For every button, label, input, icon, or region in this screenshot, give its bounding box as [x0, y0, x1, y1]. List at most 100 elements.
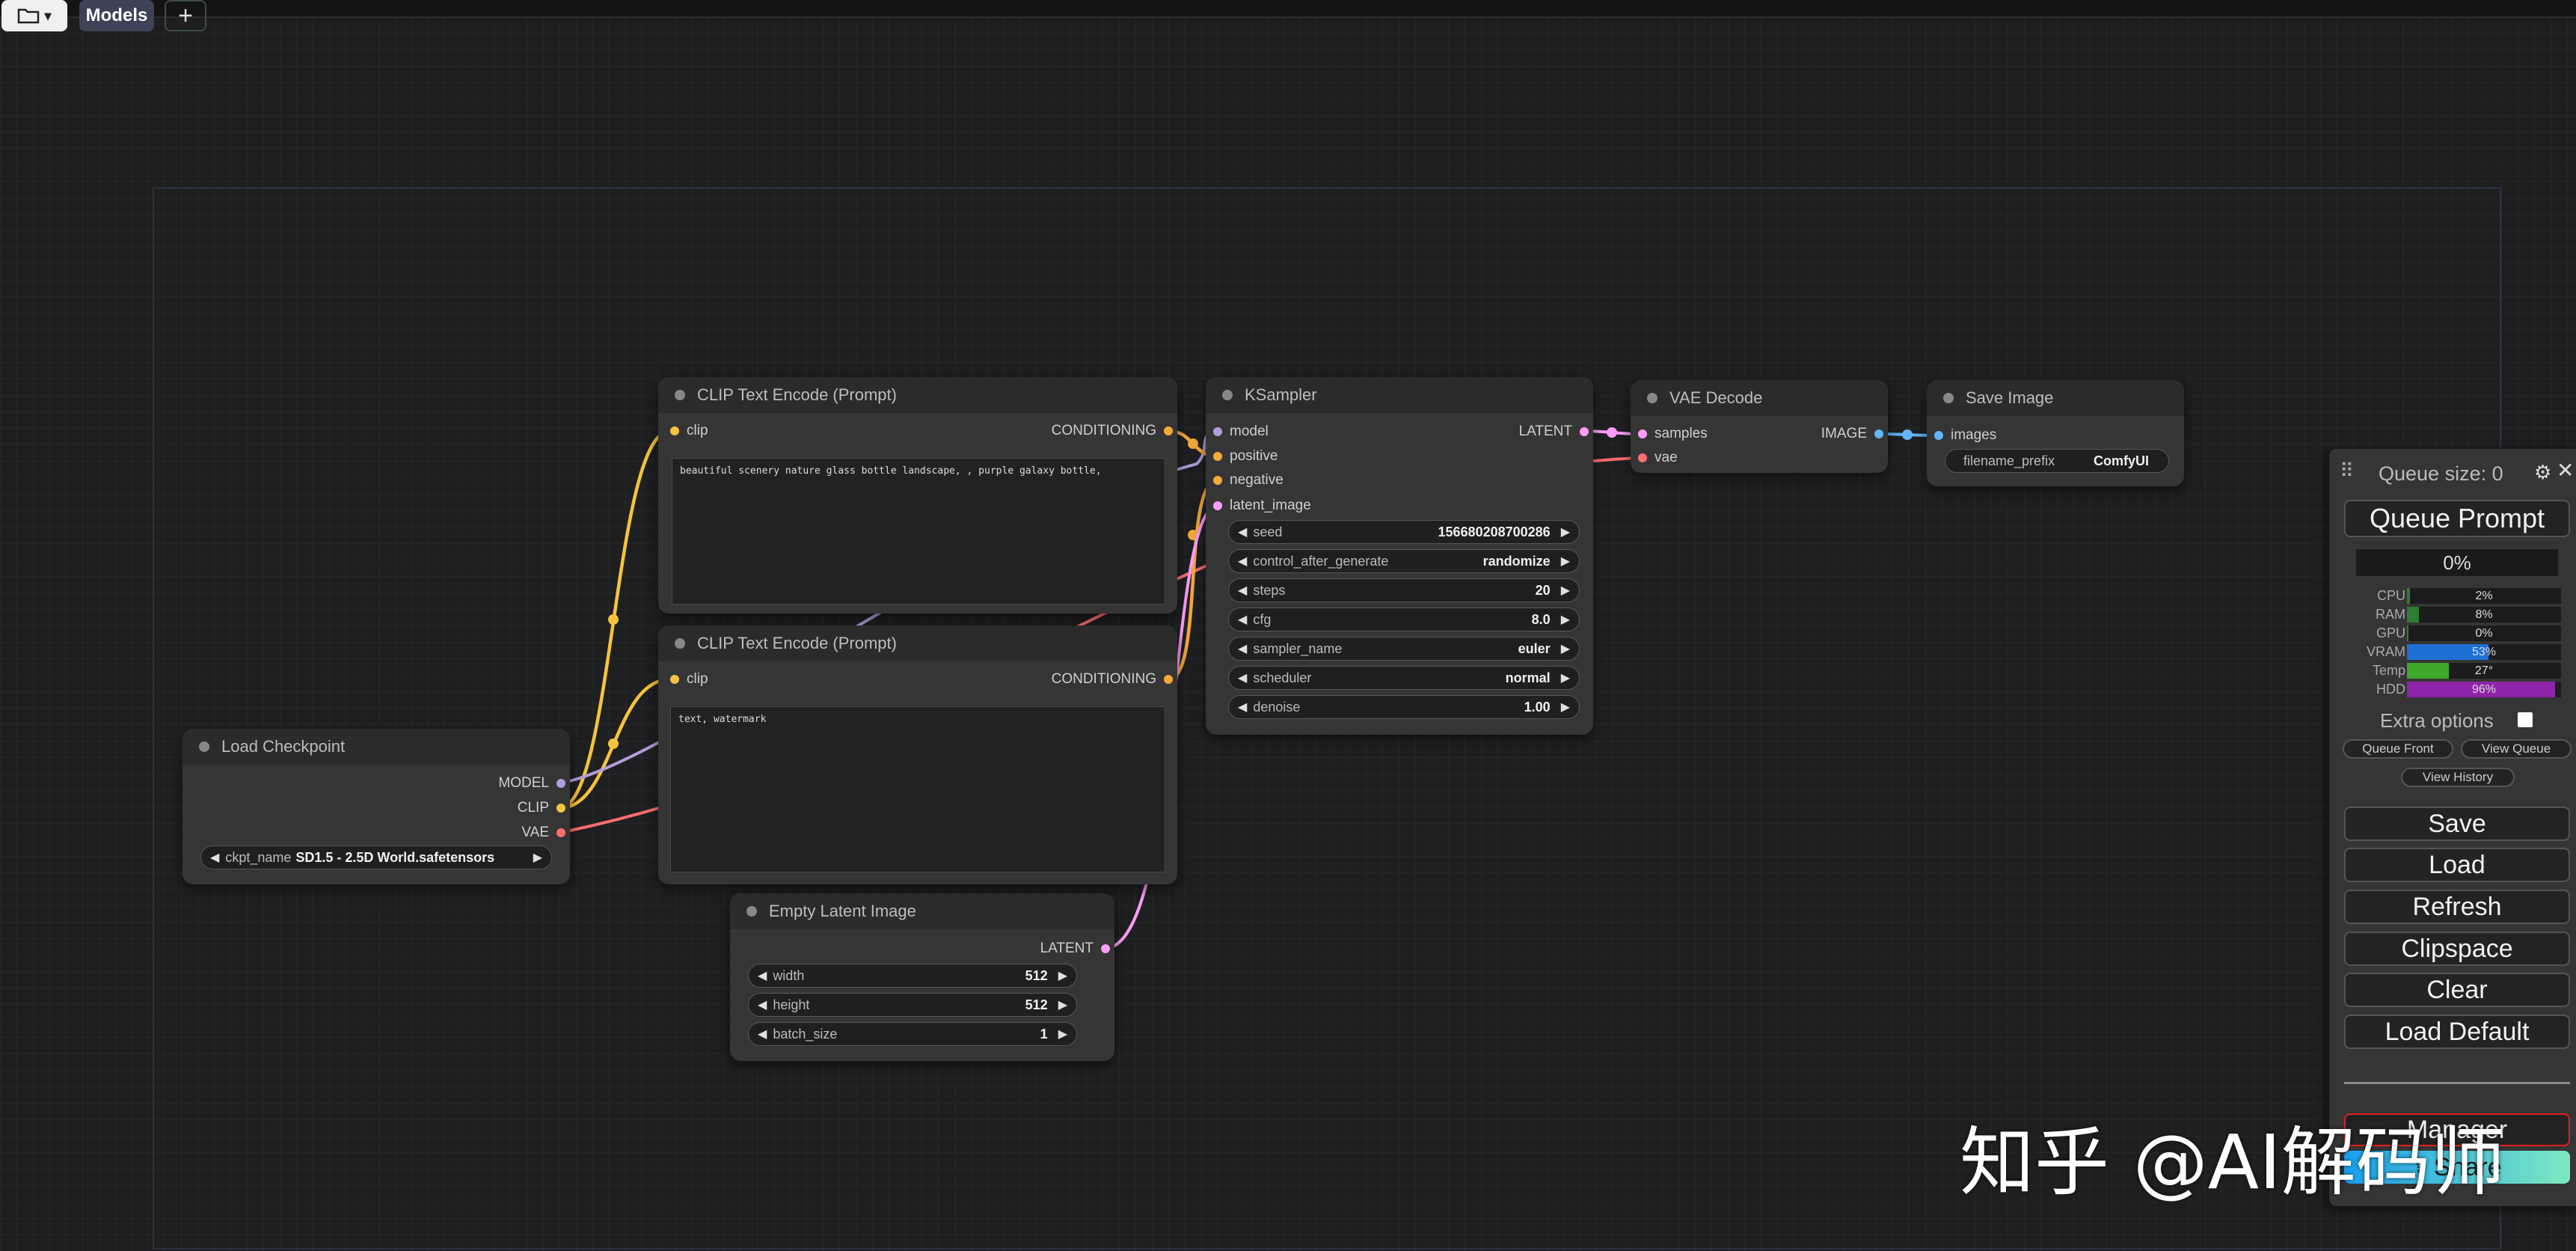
- refresh-button[interactable]: Refresh: [2344, 890, 2570, 924]
- queue-prompt-button[interactable]: Queue Prompt: [2344, 500, 2570, 537]
- monitor-label: HDD: [2376, 682, 2405, 697]
- increment-arrow-icon[interactable]: ▶: [1058, 1027, 1067, 1042]
- widget-ckpt-name[interactable]: ◀ ckpt_name SD1.5 - 2.5D World.safetensors…: [200, 845, 552, 869]
- increment-arrow-icon[interactable]: ▶: [1561, 670, 1570, 685]
- load-checkpoint-node[interactable]: Load Checkpoint MODEL CLIP VAE ◀ ckpt_nam…: [183, 729, 570, 884]
- monitor-label: CPU: [2376, 588, 2405, 603]
- monitor-value: 53%: [2471, 646, 2497, 658]
- decrement-arrow-icon[interactable]: ◀: [1238, 700, 1247, 715]
- monitor-value: 96%: [2471, 683, 2497, 696]
- input-images[interactable]: images: [1934, 426, 1996, 444]
- decrement-arrow-icon[interactable]: ◀: [1238, 583, 1247, 598]
- input-model[interactable]: model: [1213, 423, 1269, 441]
- gear-icon[interactable]: ⚙: [2534, 461, 2551, 484]
- monitor-label: RAM: [2376, 607, 2405, 622]
- ksampler-node[interactable]: KSampler model positive negative latent_…: [1206, 377, 1593, 735]
- view-queue-button[interactable]: View Queue: [2461, 739, 2572, 759]
- increment-arrow-icon[interactable]: ▶: [533, 850, 542, 865]
- add-tab-button[interactable]: +: [165, 0, 206, 31]
- node-title: VAE Decode: [1669, 388, 1763, 407]
- collapse-dot-icon[interactable]: [1647, 393, 1657, 403]
- drag-handle-icon[interactable]: ⠿: [2340, 459, 2354, 483]
- decrement-arrow-icon[interactable]: ◀: [1238, 554, 1247, 569]
- empty-latent-image-node[interactable]: Empty Latent Image LATENT ◀ width 512 ▶ ◀ he…: [730, 893, 1114, 1061]
- collapse-dot-icon[interactable]: [1222, 390, 1233, 400]
- increment-arrow-icon[interactable]: ▶: [1058, 968, 1067, 983]
- widget-scheduler[interactable]: ◀ scheduler normal ▶: [1228, 666, 1580, 690]
- decrement-arrow-icon[interactable]: ◀: [1238, 612, 1247, 627]
- save-button[interactable]: Save: [2344, 807, 2570, 841]
- chevron-down-icon: ▾: [44, 7, 52, 23]
- clear-button[interactable]: Clear: [2344, 973, 2570, 1007]
- input-vae[interactable]: vae: [1638, 449, 1678, 467]
- widget-cfg[interactable]: ◀ cfg 8.0 ▶: [1228, 608, 1580, 631]
- prompt-textarea[interactable]: beautiful scenery nature glass bottle la…: [672, 458, 1165, 605]
- increment-arrow-icon[interactable]: ▶: [1561, 554, 1570, 569]
- close-icon[interactable]: ✕: [2557, 458, 2574, 483]
- output-conditioning[interactable]: CONDITIONING: [1052, 670, 1173, 688]
- widget-filename-prefix[interactable]: filename_prefix ComfyUI: [1945, 449, 2169, 473]
- output-conditioning[interactable]: CONDITIONING: [1052, 422, 1173, 440]
- increment-arrow-icon[interactable]: ▶: [1561, 524, 1570, 539]
- input-samples[interactable]: samples: [1638, 425, 1708, 443]
- output-model[interactable]: MODEL: [498, 774, 565, 792]
- decrement-arrow-icon[interactable]: ◀: [1238, 641, 1247, 656]
- decrement-arrow-icon[interactable]: ◀: [210, 850, 219, 865]
- queue-size-label: Queue size: 0: [2379, 462, 2503, 485]
- decrement-arrow-icon[interactable]: ◀: [758, 997, 767, 1012]
- increment-arrow-icon[interactable]: ▶: [1058, 997, 1067, 1012]
- collapse-dot-icon[interactable]: [1943, 393, 1954, 403]
- extra-options-checkbox[interactable]: [2518, 712, 2533, 727]
- increment-arrow-icon[interactable]: ▶: [1561, 583, 1570, 598]
- node-title: Empty Latent Image: [769, 902, 916, 920]
- monitor-value: 27°: [2474, 664, 2494, 677]
- widget-height[interactable]: ◀ height 512 ▶: [748, 993, 1077, 1017]
- models-tab[interactable]: Models: [79, 0, 154, 31]
- decrement-arrow-icon[interactable]: ◀: [1238, 670, 1247, 685]
- clipspace-button[interactable]: Clipspace: [2344, 932, 2570, 966]
- widget-batch-size[interactable]: ◀ batch_size 1 ▶: [748, 1022, 1077, 1046]
- increment-arrow-icon[interactable]: ▶: [1561, 641, 1570, 656]
- output-latent[interactable]: LATENT: [1519, 423, 1589, 441]
- monitor-label: Temp: [2372, 663, 2405, 678]
- collapse-dot-icon[interactable]: [675, 390, 685, 400]
- input-clip[interactable]: clip: [670, 422, 708, 440]
- decrement-arrow-icon[interactable]: ◀: [1238, 524, 1247, 539]
- node-title: CLIP Text Encode (Prompt): [697, 634, 897, 652]
- widget-control-after-generate[interactable]: ◀ control_after_generate randomize ▶: [1228, 549, 1580, 573]
- output-clip[interactable]: CLIP: [518, 799, 565, 817]
- view-history-button[interactable]: View History: [2401, 768, 2515, 787]
- vae-decode-node[interactable]: VAE Decode samples vae IMAGE: [1631, 380, 1888, 473]
- collapse-dot-icon[interactable]: [199, 741, 209, 752]
- increment-arrow-icon[interactable]: ▶: [1561, 612, 1570, 627]
- widget-steps[interactable]: ◀ steps 20 ▶: [1228, 578, 1580, 602]
- increment-arrow-icon[interactable]: ▶: [1561, 700, 1570, 715]
- widget-seed[interactable]: ◀ seed 156680208700286 ▶: [1228, 520, 1580, 544]
- monitor-value: 8%: [2475, 608, 2493, 621]
- save-image-node[interactable]: Save Image images filename_prefix ComfyUI: [1927, 380, 2184, 486]
- collapse-dot-icon[interactable]: [746, 906, 757, 917]
- output-vae[interactable]: VAE: [521, 824, 565, 842]
- load-default-button[interactable]: Load Default: [2344, 1015, 2570, 1049]
- widget-denoise[interactable]: ◀ denoise 1.00 ▶: [1228, 695, 1580, 719]
- monitor-bar: 96%: [2407, 682, 2561, 697]
- folder-menu-button[interactable]: ▾: [1, 0, 67, 31]
- input-clip[interactable]: clip: [670, 670, 708, 688]
- widget-width[interactable]: ◀ width 512 ▶: [748, 964, 1077, 988]
- node-title: CLIP Text Encode (Prompt): [697, 385, 897, 404]
- prompt-textarea[interactable]: text, watermark: [670, 706, 1165, 872]
- decrement-arrow-icon[interactable]: ◀: [758, 1027, 767, 1042]
- collapse-dot-icon[interactable]: [675, 638, 685, 649]
- input-latent-image[interactable]: latent_image: [1213, 497, 1311, 515]
- input-positive[interactable]: positive: [1213, 447, 1278, 465]
- decrement-arrow-icon[interactable]: ◀: [758, 968, 767, 983]
- input-negative[interactable]: negative: [1213, 471, 1284, 489]
- load-button[interactable]: Load: [2344, 848, 2570, 882]
- output-image[interactable]: IMAGE: [1821, 425, 1883, 443]
- output-latent[interactable]: LATENT: [1040, 940, 1110, 958]
- clip-text-encode-positive-node[interactable]: CLIP Text Encode (Prompt) clip CONDITION…: [658, 377, 1177, 614]
- monitor-bar: 8%: [2407, 607, 2561, 623]
- clip-text-encode-negative-node[interactable]: CLIP Text Encode (Prompt) clip CONDITION…: [658, 626, 1177, 884]
- widget-sampler-name[interactable]: ◀ sampler_name euler ▶: [1228, 637, 1580, 661]
- queue-front-button[interactable]: Queue Front: [2343, 739, 2453, 759]
